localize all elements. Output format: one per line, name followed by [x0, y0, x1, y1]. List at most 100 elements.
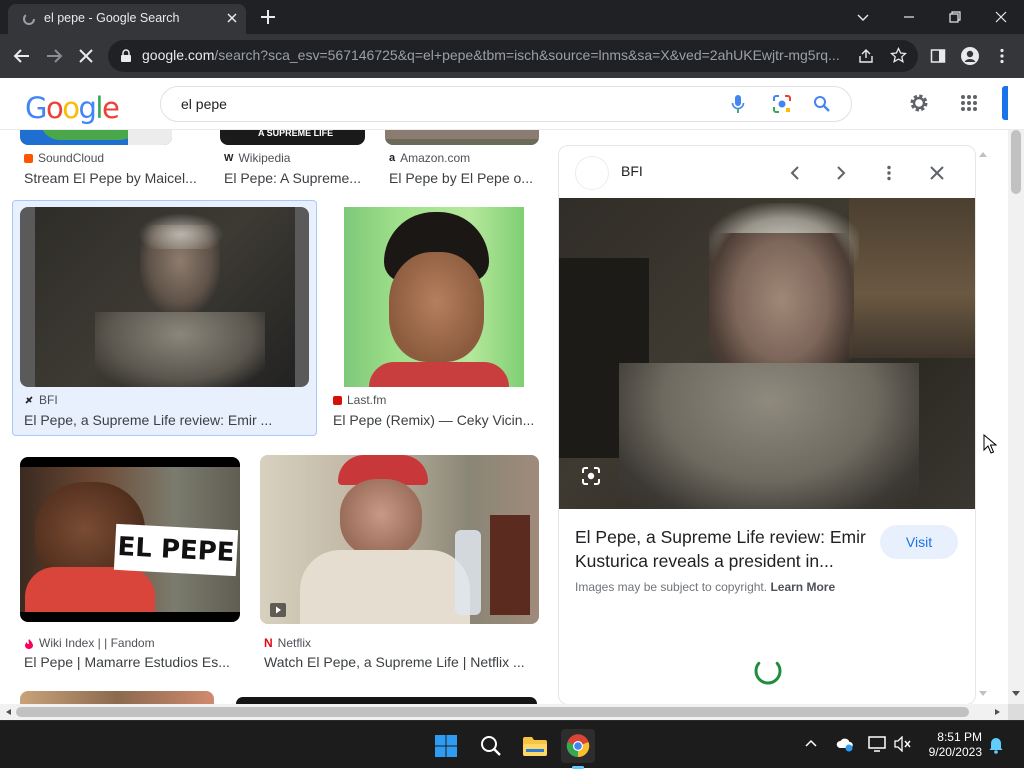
- wikipedia-icon: W: [224, 152, 234, 164]
- result-thumbnail[interactable]: [329, 207, 539, 387]
- new-tab-icon[interactable]: [258, 7, 278, 27]
- stop-loading-button[interactable]: [72, 42, 100, 70]
- search-box[interactable]: el pepe: [160, 86, 852, 122]
- result-title[interactable]: El Pepe | Mamarre Estudios Es...: [24, 654, 234, 670]
- result-thumbnail[interactable]: [385, 130, 539, 145]
- forward-button[interactable]: [40, 42, 68, 70]
- result-thumbnail[interactable]: [20, 207, 309, 387]
- star-bookmark-icon[interactable]: [890, 47, 907, 64]
- panel-scroll-up-icon[interactable]: [978, 150, 988, 158]
- account-button-edge[interactable]: [1002, 86, 1008, 120]
- taskbar-search-button[interactable]: [474, 729, 508, 763]
- url-text: google.com/search?sca_esv=567146725&q=el…: [142, 47, 840, 63]
- result-source: BFI: [24, 393, 58, 407]
- result-thumbnail[interactable]: [260, 455, 539, 624]
- lock-icon: [121, 49, 131, 62]
- result-title[interactable]: Stream El Pepe by Maicel...: [24, 170, 204, 186]
- scrollbar-corner: [1008, 704, 1024, 720]
- close-window-button[interactable]: [978, 4, 1024, 30]
- result-title[interactable]: El Pepe (Remix) — Ceky Vicin...: [333, 412, 533, 428]
- scroll-right-arrow-icon[interactable]: [994, 708, 1002, 716]
- camera-lens-icon: [582, 467, 600, 485]
- file-explorer-button[interactable]: [518, 729, 552, 763]
- lens-search-button[interactable]: [771, 93, 793, 115]
- chrome-icon: [566, 734, 590, 758]
- result-thumbnail[interactable]: A SUPREME LIFE: [220, 130, 365, 145]
- notifications-button[interactable]: [988, 736, 1004, 759]
- side-panel-button[interactable]: [924, 42, 952, 70]
- previous-image-button[interactable]: [781, 159, 809, 187]
- page-horizontal-scrollbar[interactable]: [0, 704, 1008, 720]
- next-image-button[interactable]: [827, 159, 855, 187]
- close-preview-button[interactable]: [923, 159, 951, 187]
- thumbnail-caption: A SUPREME LIFE: [258, 130, 334, 138]
- browser-toolbar: google.com/search?sca_esv=567146725&q=el…: [0, 34, 1024, 78]
- scroll-left-arrow-icon[interactable]: [4, 708, 12, 716]
- restore-icon: [949, 11, 961, 23]
- result-thumbnail[interactable]: [20, 691, 214, 705]
- netflix-icon: N: [264, 636, 273, 650]
- arrow-left-icon: [13, 49, 29, 63]
- system-clock[interactable]: 8:51 PM 9/20/2023: [916, 730, 982, 760]
- more-options-button[interactable]: [875, 159, 903, 187]
- arrow-right-icon: [47, 49, 63, 63]
- tab-search-button[interactable]: [840, 4, 886, 30]
- close-tab-icon[interactable]: [224, 10, 240, 26]
- preview-source-name[interactable]: BFI: [621, 163, 643, 179]
- learn-more-link[interactable]: Learn More: [770, 580, 835, 594]
- start-button[interactable]: [429, 729, 463, 763]
- scroll-down-arrow-icon[interactable]: [1011, 690, 1021, 698]
- panel-scroll-down-icon[interactable]: [978, 690, 988, 698]
- speaker-muted-icon: [894, 735, 911, 753]
- settings-button[interactable]: [908, 92, 930, 114]
- result-title[interactable]: El Pepe, a Supreme Life review: Emir ...: [24, 412, 309, 428]
- page-vertical-scrollbar[interactable]: [1008, 130, 1024, 705]
- show-hidden-icons-button[interactable]: [804, 737, 818, 756]
- result-thumbnail[interactable]: [20, 130, 172, 145]
- onedrive-button[interactable]: [836, 736, 854, 757]
- result-title[interactable]: El Pepe by El Pepe o...: [389, 170, 539, 186]
- horizontal-scroll-thumb[interactable]: [16, 707, 969, 717]
- preview-title[interactable]: El Pepe, a Supreme Life review: Emir Kus…: [575, 525, 871, 573]
- clock-date: 9/20/2023: [928, 745, 982, 759]
- monitor-network-icon: [868, 736, 886, 752]
- restore-button[interactable]: [932, 4, 978, 30]
- browser-menu-button[interactable]: [988, 42, 1016, 70]
- google-logo[interactable]: Google: [25, 91, 120, 125]
- search-input[interactable]: el pepe: [181, 96, 227, 112]
- mouse-cursor-icon: [983, 434, 997, 454]
- result-title[interactable]: El Pepe: A Supreme...: [224, 170, 374, 186]
- result-source: SoundCloud: [24, 151, 104, 165]
- vertical-scroll-thumb[interactable]: [1011, 130, 1021, 194]
- result-title[interactable]: Watch El Pepe, a Supreme Life | Netflix …: [264, 654, 539, 670]
- fandom-icon: [25, 638, 33, 649]
- stop-icon: [79, 49, 93, 63]
- cloud-icon: [836, 738, 853, 752]
- camera-lens-icon: [773, 95, 791, 113]
- search-icon: [481, 736, 501, 756]
- result-thumbnail[interactable]: EL PEPE: [20, 457, 240, 622]
- kebab-menu-icon: [887, 165, 891, 181]
- google-header: Google el pepe: [0, 78, 1024, 130]
- microphone-icon: [731, 95, 745, 113]
- preview-image[interactable]: [559, 198, 975, 509]
- network-button[interactable]: [868, 736, 886, 757]
- clock-time: 8:51 PM: [937, 730, 982, 744]
- voice-search-button[interactable]: [727, 93, 749, 115]
- chrome-taskbar-button[interactable]: [561, 729, 595, 769]
- minimize-button[interactable]: [886, 4, 932, 30]
- result-source: a Amazon.com: [389, 151, 471, 165]
- gear-icon: [910, 94, 928, 112]
- visit-button[interactable]: Visit: [880, 525, 958, 559]
- back-button[interactable]: [8, 42, 36, 70]
- bell-icon: [989, 738, 1003, 754]
- share-icon[interactable]: [858, 48, 874, 64]
- search-button[interactable]: [811, 93, 833, 115]
- google-apps-button[interactable]: [958, 92, 980, 114]
- lens-search-image-button[interactable]: [579, 464, 603, 488]
- profile-button[interactable]: [956, 42, 984, 70]
- browser-tab[interactable]: el pepe - Google Search: [8, 4, 246, 34]
- volume-button[interactable]: [894, 735, 912, 757]
- address-bar[interactable]: google.com/search?sca_esv=567146725&q=el…: [108, 40, 918, 72]
- chevron-up-icon: [805, 739, 817, 747]
